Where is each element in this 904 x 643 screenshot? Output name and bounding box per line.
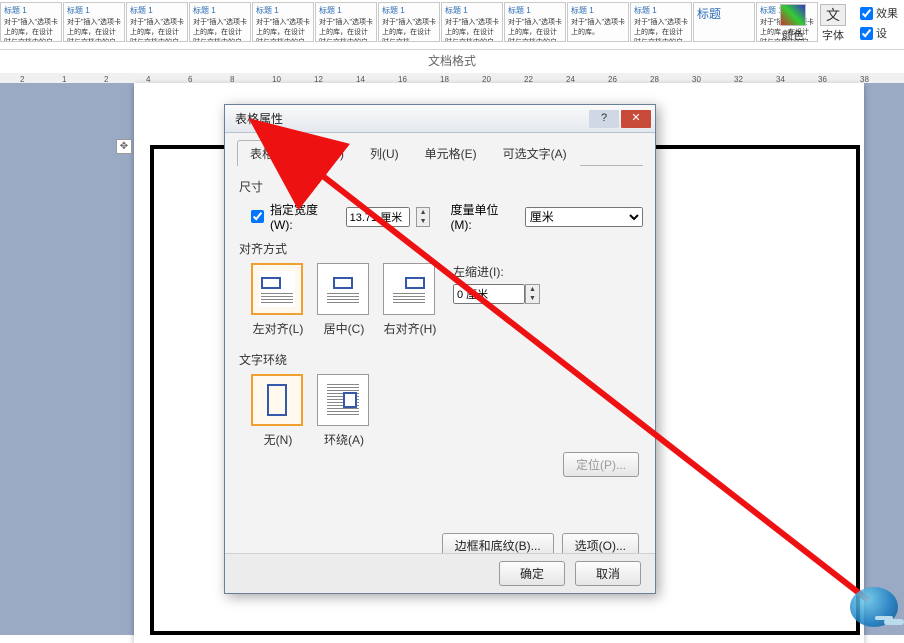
setup-label: 设	[876, 25, 887, 41]
width-row: 指定宽度(W): ▲▼ 度量单位(M): 厘米	[251, 201, 643, 232]
align-center-icon	[317, 263, 369, 315]
style-item[interactable]: 标题 1对于"插入"选项卡上的库，在设计时与文档中的自动匹配。	[126, 2, 188, 42]
spin-down-icon[interactable]: ▼	[417, 217, 430, 226]
dialog-footer: 确定 取消	[225, 553, 655, 593]
wrap-none-option[interactable]: 无(N)	[251, 374, 305, 448]
style-item[interactable]: 标题 1对于"插入"选项卡上的库，在设计时与文档中的自动匹配的项。	[630, 2, 692, 42]
align-center-option[interactable]: 居中(C)	[317, 263, 371, 337]
style-title: 标题 1	[319, 5, 373, 16]
close-button[interactable]: ✕	[621, 110, 651, 128]
effects-label: 效果	[876, 5, 898, 21]
style-title: 标题	[697, 5, 751, 22]
style-title: 标题 1	[445, 5, 499, 16]
style-item[interactable]: 标题 1对于"插入"选项卡上的库，在设计时与文档中的自动匹配的项。	[504, 2, 566, 42]
alignment-options: 左对齐(L) 居中(C) 右对齐(H)	[251, 263, 437, 337]
indent-label: 左缩进(I):	[453, 263, 540, 280]
cancel-button[interactable]: 取消	[575, 561, 641, 586]
size-section-label: 尺寸	[239, 178, 643, 195]
indent-input[interactable]	[453, 284, 525, 304]
dialog-body: 表格(T) 行(R) 列(U) 单元格(E) 可选文字(A) 尺寸 指定宽度(W…	[225, 133, 655, 568]
align-right-icon	[383, 263, 435, 315]
align-center-label: 居中(C)	[317, 320, 371, 337]
style-gallery[interactable]: 标题 1对于"插入"选项卡上的库，在设计时与文档中的自动匹配的项。 标题 1对于…	[0, 2, 904, 42]
style-item[interactable]: 标题 1对于"插入"选项卡上的库，在设计时与文档中的自动匹配的项。	[0, 2, 62, 42]
wrap-around-option[interactable]: 环绕(A)	[317, 374, 371, 448]
style-title: 标题 1	[382, 5, 436, 16]
effects-check[interactable]: 效果	[860, 5, 898, 21]
ribbon-right: 颜色 文字体 效果 设	[780, 0, 904, 46]
style-item[interactable]: 标题 1对于"插入"选项卡上的库，在设计时与文档。	[378, 2, 440, 42]
style-title: 标题 1	[130, 5, 184, 16]
style-item[interactable]: 标题 1对于"插入"选项卡上的库，在设计时与文档中的自动匹配的项。	[63, 2, 125, 42]
style-title: 标题 1	[634, 5, 688, 16]
wrap-options: 无(N) 环绕(A)	[251, 374, 643, 448]
align-section-label: 对齐方式	[239, 240, 643, 257]
spin-down-icon[interactable]: ▼	[526, 294, 539, 303]
tab-cell[interactable]: 单元格(E)	[412, 140, 490, 166]
tab-table[interactable]: 表格(T)	[237, 140, 302, 166]
width-label: 指定宽度(W):	[270, 201, 340, 232]
style-title: 标题 1	[193, 5, 247, 16]
style-item[interactable]: 标题 1对于"插入"选项卡上的库，在设计时与文档中的自动匹配的项。	[315, 2, 377, 42]
align-right-option[interactable]: 右对齐(H)	[383, 263, 437, 337]
align-left-option[interactable]: 左对齐(L)	[251, 263, 305, 337]
unit-label: 度量单位(M):	[450, 201, 518, 232]
align-right-label: 右对齐(H)	[383, 320, 437, 337]
dialog-title: 表格属性	[235, 110, 587, 127]
colors-button[interactable]: 颜色	[780, 4, 806, 43]
wrap-section-label: 文字环绕	[239, 351, 643, 368]
wrap-around-label: 环绕(A)	[317, 431, 371, 448]
left-indent-group: 左缩进(I): ▲▼	[453, 263, 540, 304]
style-item[interactable]: 标题 1对于"插入"选项卡上的库，在设计时与文档中的自动匹配的项。	[252, 2, 314, 42]
width-input[interactable]	[346, 207, 410, 227]
wrap-none-icon	[251, 374, 303, 426]
style-title: 标题 1	[508, 5, 562, 16]
style-title: 标题 1	[256, 5, 310, 16]
width-spinner[interactable]: ▲▼	[416, 207, 431, 227]
spin-up-icon[interactable]: ▲	[417, 208, 430, 217]
position-button: 定位(P)...	[563, 452, 639, 477]
fonts-button[interactable]: 文字体	[820, 4, 846, 43]
style-title: 标题 1	[4, 5, 58, 16]
table-move-handle[interactable]: ✥	[116, 139, 132, 154]
wrap-around-icon	[317, 374, 369, 426]
align-left-label: 左对齐(L)	[251, 320, 305, 337]
style-item[interactable]: 标题	[693, 2, 755, 42]
wrap-none-label: 无(N)	[251, 431, 305, 448]
style-item[interactable]: 标题 1对于"插入"选项卡上的库，在设计时与文档中的自动匹配的项。	[441, 2, 503, 42]
setup-checkbox[interactable]	[860, 27, 873, 40]
spin-up-icon[interactable]: ▲	[526, 285, 539, 294]
effects-checkbox[interactable]	[860, 7, 873, 20]
width-checkbox[interactable]	[251, 210, 264, 223]
ribbon: 标题 1对于"插入"选项卡上的库，在设计时与文档中的自动匹配的项。 标题 1对于…	[0, 0, 904, 50]
ok-button[interactable]: 确定	[499, 561, 565, 586]
watermark-globe-icon	[850, 587, 898, 627]
ribbon-checkboxes: 效果 设	[860, 5, 898, 41]
colors-label: 颜色	[782, 27, 804, 43]
tab-alt-text[interactable]: 可选文字(A)	[490, 140, 580, 166]
style-item[interactable]: 标题 1对于"插入"选项卡上的库。	[567, 2, 629, 42]
tab-row[interactable]: 行(R)	[302, 140, 357, 166]
unit-select[interactable]: 厘米	[525, 207, 643, 227]
style-title: 标题 1	[67, 5, 121, 16]
tab-column[interactable]: 列(U)	[357, 140, 412, 166]
style-item[interactable]: 标题 1对于"插入"选项卡上的库，在设计时与文档中的自动匹配。	[189, 2, 251, 42]
indent-spinner[interactable]: ▲▼	[525, 284, 540, 304]
dialog-tabs: 表格(T) 行(R) 列(U) 单元格(E) 可选文字(A)	[237, 139, 643, 166]
dialog-titlebar[interactable]: 表格属性 ? ✕	[225, 105, 655, 133]
style-title: 标题 1	[571, 5, 625, 16]
table-properties-dialog: 表格属性 ? ✕ 表格(T) 行(R) 列(U) 单元格(E) 可选文字(A) …	[224, 104, 656, 594]
fonts-label: 字体	[822, 27, 844, 43]
align-left-icon	[251, 263, 303, 315]
setup-check[interactable]: 设	[860, 25, 898, 41]
doc-style-group-label: 文档格式	[0, 50, 904, 73]
help-button[interactable]: ?	[589, 110, 619, 128]
